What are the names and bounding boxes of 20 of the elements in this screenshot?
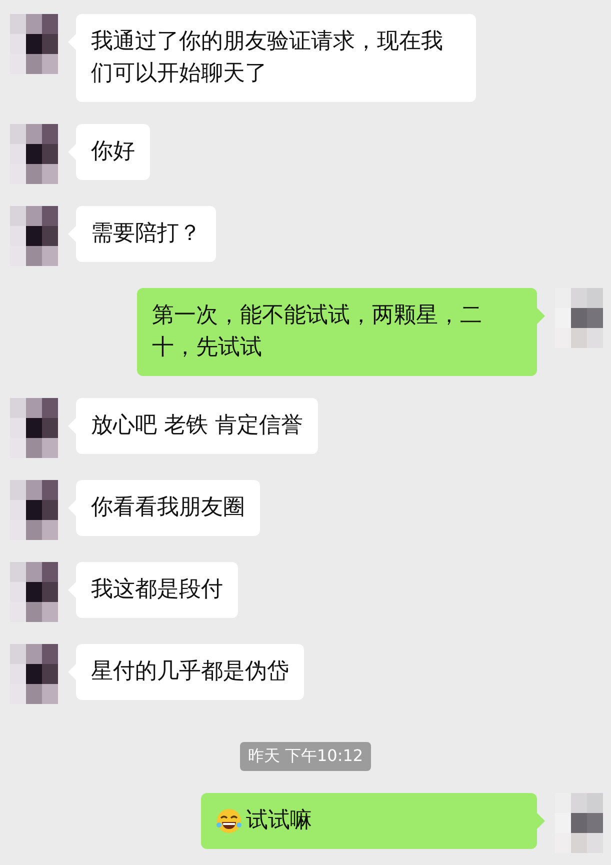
message-text: 放心吧 老铁 肯定信誉 xyxy=(91,412,303,440)
timestamp: 昨天 下午10:12 xyxy=(240,742,372,771)
message-text: 试试嘛 xyxy=(246,807,312,835)
avatar-icon xyxy=(10,14,58,74)
avatar-icon xyxy=(10,644,58,704)
laughing-emoji-icon xyxy=(216,808,242,834)
message-text: 星付的几乎都是伪岱 xyxy=(91,658,289,686)
avatar-icon xyxy=(555,793,603,853)
avatar-icon xyxy=(10,480,58,540)
avatar-icon xyxy=(10,562,58,622)
avatar-icon xyxy=(10,206,58,266)
message-text: 你好 xyxy=(91,138,135,166)
avatar-icon xyxy=(555,288,603,348)
message-text: 你看看我朋友圈 xyxy=(91,494,245,522)
avatar-icon xyxy=(10,124,58,184)
avatar-icon xyxy=(10,398,58,458)
message-text: 我通过了你的朋友验证请求，现在我们可以开始聊天了 xyxy=(91,28,444,88)
message-text: 我这都是段付 xyxy=(91,576,223,604)
message-text: 需要陪打？ xyxy=(91,220,201,248)
message-text: 第一次，能不能试试，两颗星，二十，先试试 xyxy=(152,302,483,362)
